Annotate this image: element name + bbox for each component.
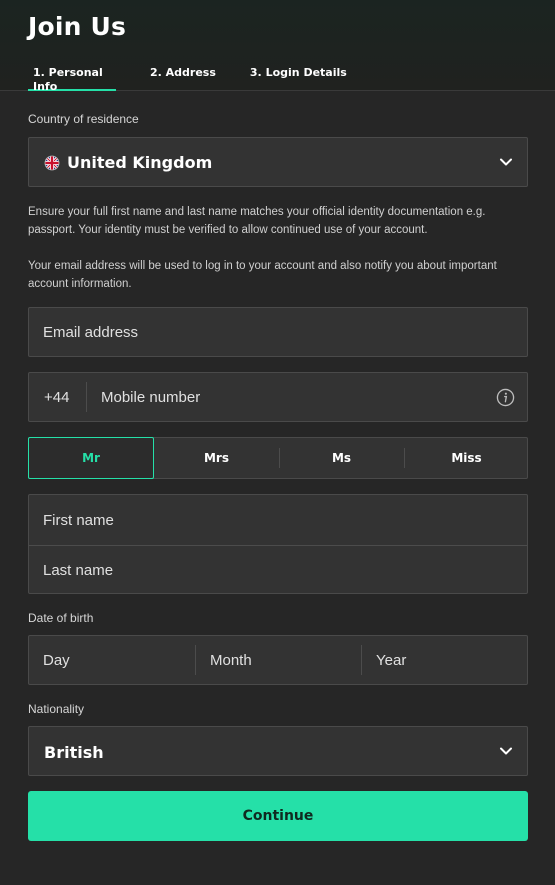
country-value: United Kingdom bbox=[67, 153, 213, 172]
nationality-value: British bbox=[44, 743, 104, 762]
nationality-label: Nationality bbox=[28, 702, 85, 716]
mobile-field[interactable]: +44 Mobile number bbox=[28, 372, 528, 422]
dob-month-placeholder: Month bbox=[210, 652, 252, 669]
first-name-field[interactable]: First name bbox=[29, 495, 527, 545]
dob-day-placeholder: Day bbox=[43, 652, 70, 669]
page-title: Join Us bbox=[28, 12, 127, 41]
dob-label: Date of birth bbox=[28, 611, 94, 625]
email-field[interactable]: Email address bbox=[28, 307, 528, 357]
name-group: First name Last name bbox=[28, 494, 528, 594]
nationality-select[interactable]: British bbox=[28, 726, 528, 776]
chevron-down-icon bbox=[500, 747, 512, 755]
title-option-mrs[interactable]: Mrs bbox=[154, 438, 279, 478]
tab-address[interactable]: 2. Address bbox=[150, 66, 216, 91]
first-name-placeholder: First name bbox=[43, 512, 114, 529]
last-name-field[interactable]: Last name bbox=[29, 545, 527, 595]
title-option-ms[interactable]: Ms bbox=[279, 438, 404, 478]
tab-login-details[interactable]: 3. Login Details bbox=[250, 66, 347, 91]
mobile-prefix[interactable]: +44 bbox=[44, 389, 69, 406]
email-note: Your email address will be used to log i… bbox=[28, 260, 497, 290]
country-select[interactable]: United Kingdom bbox=[28, 137, 528, 187]
title-selector: Mr Mrs Ms Miss bbox=[28, 437, 528, 479]
header: Join Us 1. Personal Info 2. Address 3. L… bbox=[0, 0, 555, 93]
dob-year-field[interactable]: Year bbox=[362, 636, 527, 684]
tab-personal-info[interactable]: 1. Personal Info bbox=[28, 66, 116, 93]
email-placeholder: Email address bbox=[43, 324, 139, 341]
dob-group: Day Month Year bbox=[28, 635, 528, 685]
identity-note: Ensure your full first name and last nam… bbox=[28, 206, 486, 236]
last-name-placeholder: Last name bbox=[43, 562, 114, 579]
chevron-down-icon bbox=[500, 158, 512, 166]
country-label: Country of residence bbox=[28, 112, 139, 126]
title-option-mr[interactable]: Mr bbox=[28, 437, 154, 479]
info-icon[interactable] bbox=[496, 388, 515, 407]
mobile-placeholder: Mobile number bbox=[101, 389, 201, 406]
continue-button[interactable]: Continue bbox=[28, 791, 528, 841]
dob-day-field[interactable]: Day bbox=[29, 636, 195, 684]
uk-flag-icon bbox=[44, 155, 60, 171]
dob-month-field[interactable]: Month bbox=[196, 636, 362, 684]
mobile-divider bbox=[86, 382, 87, 412]
step-tabs: 1. Personal Info 2. Address 3. Login Det… bbox=[28, 66, 347, 93]
dob-year-placeholder: Year bbox=[376, 652, 407, 669]
title-option-miss[interactable]: Miss bbox=[404, 438, 529, 478]
